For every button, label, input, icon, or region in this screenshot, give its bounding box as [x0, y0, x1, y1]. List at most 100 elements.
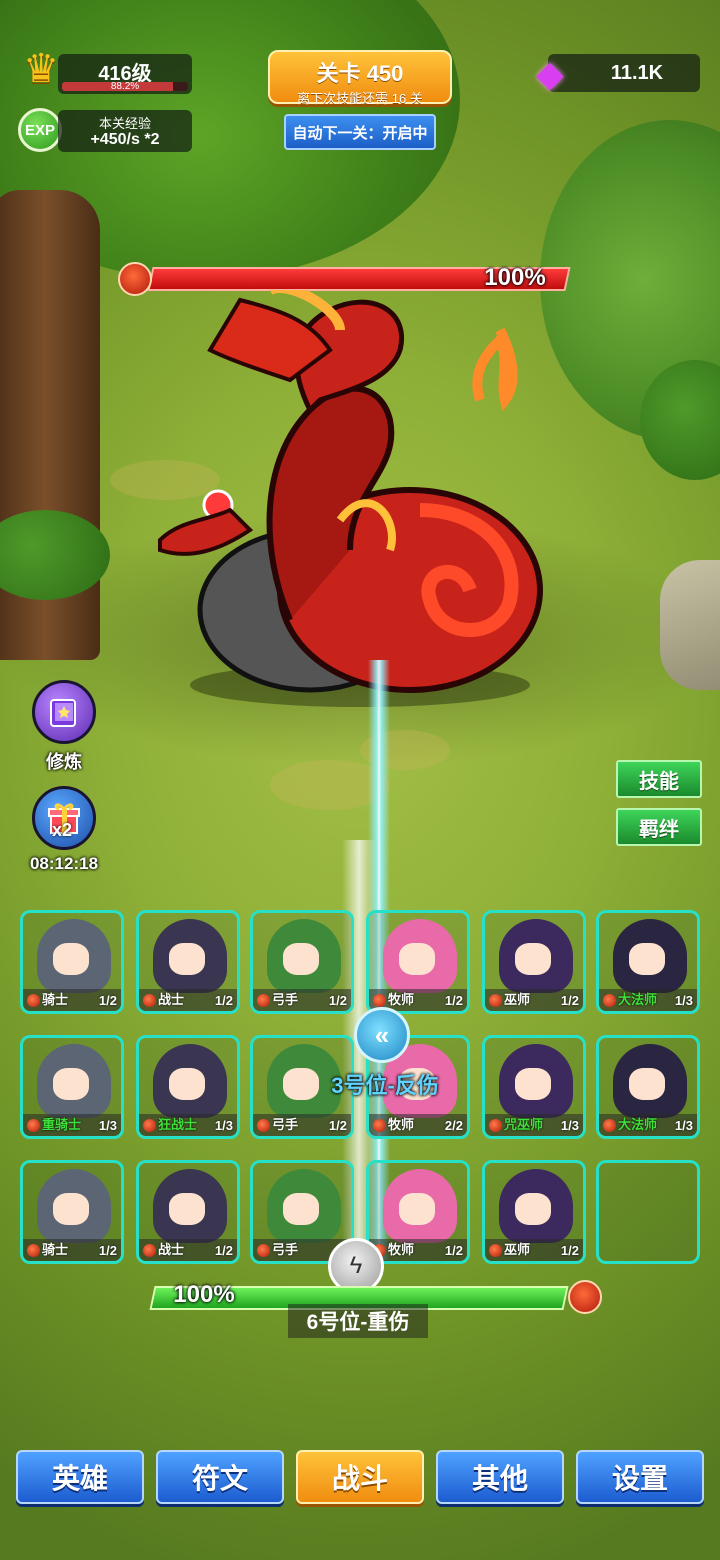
fire-element-icon [257, 1119, 270, 1132]
hero-count: 1/3 [98, 1118, 117, 1133]
rock [660, 560, 720, 690]
empty-hero-slot[interactable] [596, 1160, 700, 1264]
fire-element-icon [568, 1280, 602, 1314]
hero-name: 重骑士 [42, 1117, 82, 1132]
hero-name: 大法师 [618, 1117, 658, 1132]
game-screen: ♛ 416级 88.2% EXP 本关经验 +450/s *2 关卡 450 离… [0, 0, 720, 1560]
gem-panel[interactable]: 11.1K [548, 54, 700, 92]
fire-element-icon [603, 994, 616, 1007]
fire-element-icon [27, 1119, 40, 1132]
hero-slot[interactable]: 骑士 1/2 [20, 1160, 124, 1264]
auto-next-button[interactable]: 自动下一关：开启中 [284, 114, 436, 150]
gem-count: 11.1K [610, 62, 664, 84]
fire-element-icon [603, 1119, 616, 1132]
hero-count: 1/3 [560, 1118, 579, 1133]
hero-slot[interactable]: 战士 1/2 [136, 910, 240, 1014]
train-button[interactable] [32, 680, 96, 744]
hero-name: 大法师 [618, 992, 658, 1007]
skills-button[interactable]: 技能 [616, 760, 702, 798]
boss-hp-text: 100% [484, 264, 546, 291]
team-hp-text: 100% [173, 1281, 235, 1308]
hero-count: 1/2 [98, 993, 117, 1008]
hero-face [53, 1193, 89, 1225]
stage-title: 关卡 450 [316, 61, 404, 86]
hero-slot[interactable]: 弓手 1/2 [250, 910, 354, 1014]
hero-face [515, 1193, 551, 1225]
level-panel[interactable]: 416级 88.2% [58, 54, 192, 94]
hero-count: 1/2 [328, 1118, 347, 1133]
hero-slot[interactable]: 大法师 1/3 [596, 910, 700, 1014]
hero-slot[interactable]: 战士 1/2 [136, 1160, 240, 1264]
nav-settings-button[interactable]: 设置 [576, 1450, 704, 1504]
bond-button[interactable]: 羁绊 [616, 808, 702, 846]
exp-title: 本关经验 [98, 116, 151, 131]
level-progress-text: 88.2% [110, 81, 140, 92]
fire-element-icon [143, 1244, 156, 1257]
hero-slot[interactable]: 大法师 1/3 [596, 1035, 700, 1139]
hero-name: 弓手 [272, 1117, 299, 1132]
hero-name: 弓手 [272, 1242, 299, 1257]
stage-button[interactable]: 关卡 450 离下次技能还需 16 关 [268, 50, 452, 106]
hero-face [169, 1193, 205, 1225]
hero-slot[interactable]: 重骑士 1/3 [20, 1035, 124, 1139]
hero-name: 弓手 [272, 992, 299, 1007]
spellbook-icon [50, 699, 76, 727]
fire-element-icon [373, 1119, 386, 1132]
hero-face [283, 1193, 319, 1225]
hero-face [53, 1068, 89, 1100]
hero-slot[interactable]: 巫师 1/2 [482, 1160, 586, 1264]
hero-count: 1/3 [674, 993, 693, 1008]
nav-heroes-button[interactable]: 英雄 [16, 1450, 144, 1504]
hero-name: 巫师 [504, 1242, 531, 1257]
hero-slot[interactable]: 巫师 1/2 [482, 910, 586, 1014]
hero-count: 2/2 [444, 1118, 463, 1133]
hero-slot[interactable]: 牧师 1/2 [366, 1160, 470, 1264]
hero-count: 1/2 [560, 993, 579, 1008]
hero-slot[interactable]: 牧师 1/2 [366, 910, 470, 1014]
hero-name: 咒巫师 [504, 1117, 544, 1132]
hero-name: 战士 [158, 1242, 185, 1257]
hero-count: 1/2 [560, 1243, 579, 1258]
hero-count: 1/3 [674, 1118, 693, 1133]
fire-element-icon [27, 994, 40, 1007]
hero-name: 巫师 [504, 992, 531, 1007]
exp-panel: 本关经验 +450/s *2 [58, 110, 192, 152]
position-status-label: 6号位-重伤 [288, 1304, 428, 1338]
fire-dragon-boss[interactable] [140, 290, 560, 710]
hero-face [515, 943, 551, 975]
hero-name: 战士 [158, 992, 185, 1007]
hero-count: 1/2 [98, 1243, 117, 1258]
hero-count: 1/2 [328, 993, 347, 1008]
hero-count: 1/2 [214, 1243, 233, 1258]
stage-subtitle: 离下次技能还需 16 关 [297, 91, 423, 106]
fire-element-icon [257, 1244, 270, 1257]
fire-element-icon [143, 994, 156, 1007]
exp-rate: +450/s *2 [90, 131, 160, 148]
gift-timer: 08:12:18 [29, 854, 99, 873]
gem-icon: ◆ [536, 53, 564, 94]
hero-face [399, 943, 435, 975]
hero-name: 狂战士 [158, 1117, 198, 1132]
fire-element-icon [143, 1119, 156, 1132]
fire-element-icon [489, 994, 502, 1007]
hero-face [629, 943, 665, 975]
fire-element-icon [257, 994, 270, 1007]
hero-slot[interactable]: 狂战士 1/3 [136, 1035, 240, 1139]
nav-battle-button[interactable]: 战斗 [296, 1450, 424, 1504]
nav-runes-button[interactable]: 符文 [156, 1450, 284, 1504]
hero-face [283, 943, 319, 975]
hero-name: 牧师 [388, 1117, 415, 1132]
hero-name: 骑士 [42, 992, 69, 1007]
exp-badge-icon: EXP [18, 108, 62, 152]
hero-slot[interactable]: 咒巫师 1/3 [482, 1035, 586, 1139]
train-label: 修炼 [46, 752, 82, 772]
rewind-icon[interactable]: « [354, 1007, 410, 1063]
hero-count: 1/3 [214, 1118, 233, 1133]
hero-count: 1/2 [444, 993, 463, 1008]
hero-slot[interactable]: 骑士 1/2 [20, 910, 124, 1014]
nav-other-button[interactable]: 其他 [436, 1450, 564, 1504]
hero-name: 牧师 [388, 992, 415, 1007]
damage-reflect-text: 3号位-反伤 [331, 1073, 439, 1098]
hero-name: 牧师 [388, 1242, 415, 1257]
hero-face [629, 1068, 665, 1100]
